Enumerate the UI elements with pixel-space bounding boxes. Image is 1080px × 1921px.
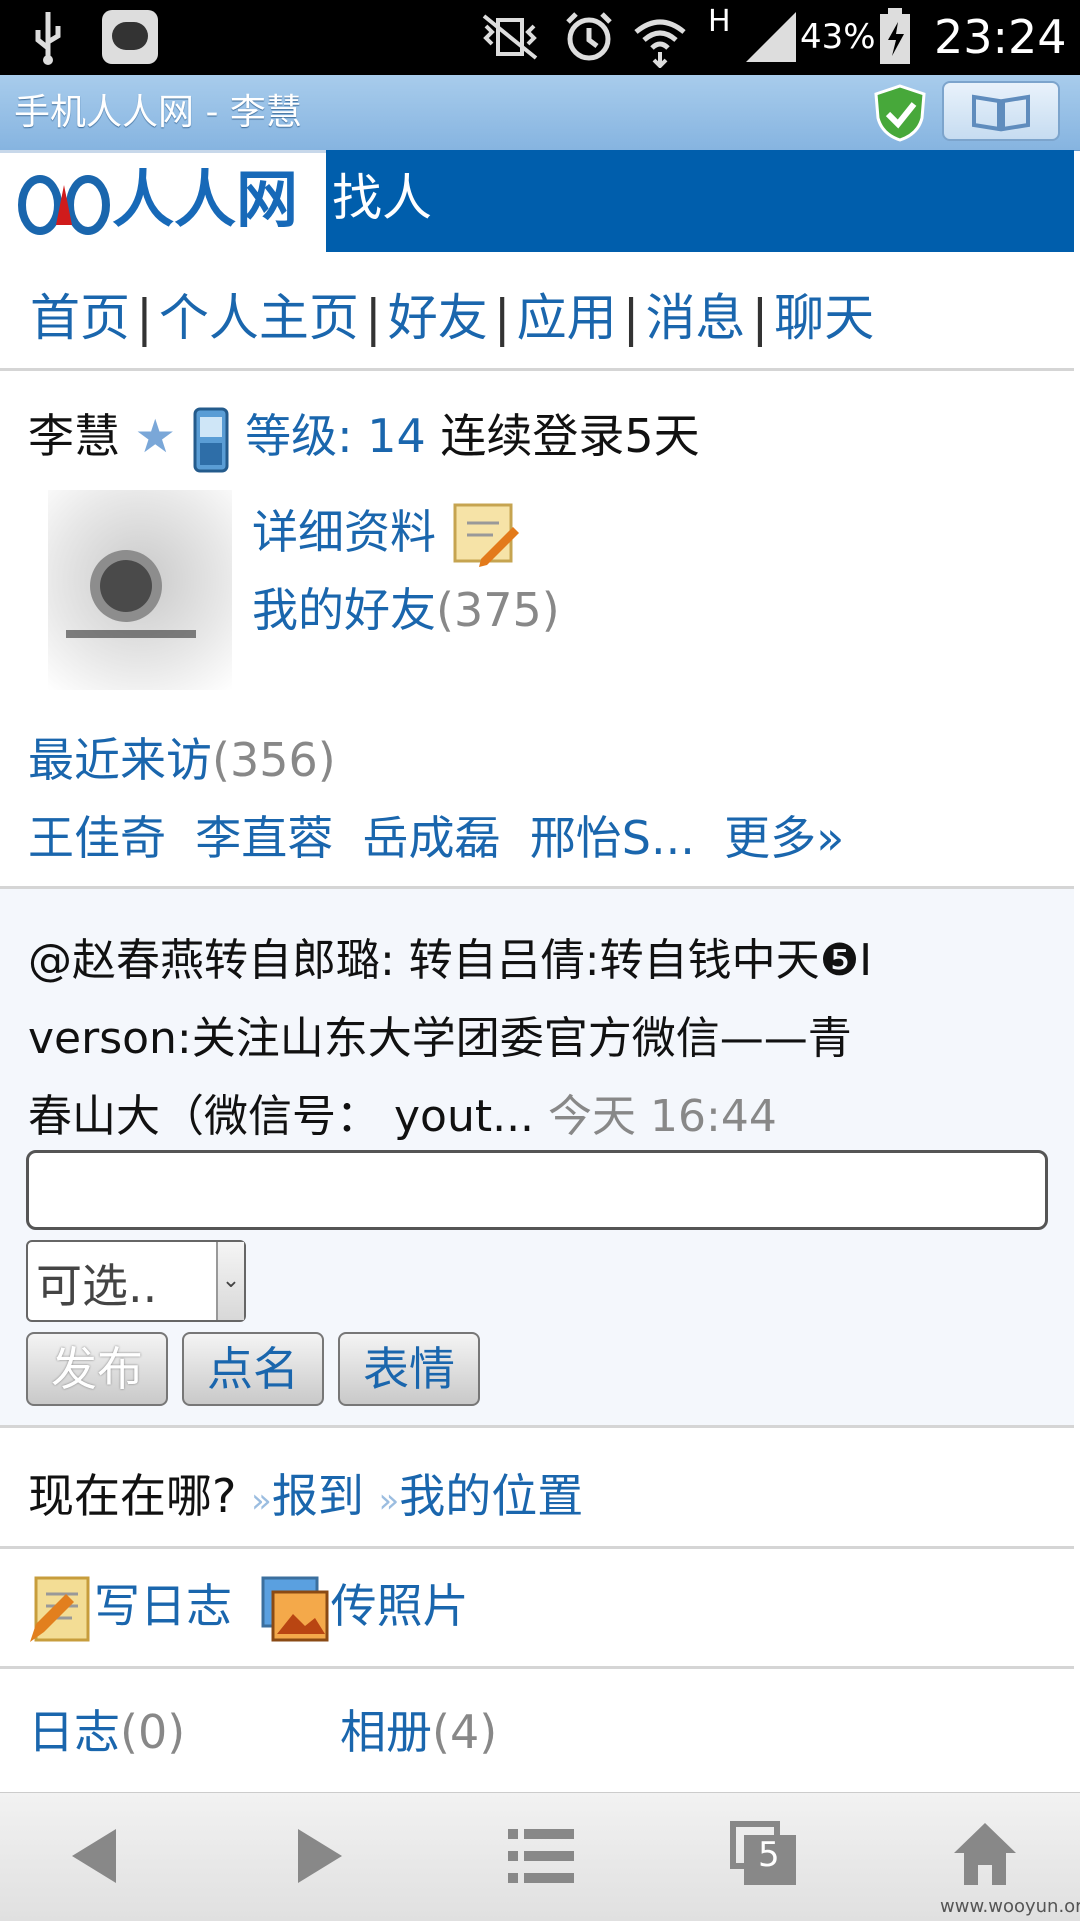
status-bar: H 43% 23:24 bbox=[0, 0, 1080, 75]
back-arrow-icon[interactable] bbox=[66, 1825, 122, 1887]
location-question: 现在在哪? bbox=[28, 1469, 237, 1523]
profile-name: 李慧 bbox=[28, 409, 120, 463]
blog-link[interactable]: 日志 bbox=[28, 1705, 120, 1759]
nav-apps[interactable]: 应用 bbox=[517, 289, 617, 347]
home-icon[interactable] bbox=[952, 1821, 1018, 1887]
nav-profile[interactable]: 个人主页 bbox=[159, 289, 359, 347]
chat-app-icon bbox=[102, 10, 158, 64]
friends-count: (375) bbox=[436, 583, 560, 637]
quick-actions: 写日志 传照片 bbox=[26, 1570, 469, 1646]
edit-note-icon[interactable] bbox=[451, 501, 521, 571]
battery-icon bbox=[880, 8, 910, 64]
status-input[interactable] bbox=[26, 1150, 1048, 1230]
status-text-line: verson:关注山东大学团委官方微信——青 bbox=[28, 1013, 852, 1064]
renren-logo-text: 人人网 bbox=[112, 163, 299, 236]
star-icon: ★ bbox=[134, 409, 176, 463]
page-title-band: 找人 bbox=[326, 150, 1074, 252]
usb-icon bbox=[35, 12, 61, 65]
visitor-link[interactable]: 邢怡S... bbox=[530, 811, 695, 865]
double-arrow-icon: » bbox=[251, 1481, 272, 1521]
page-title: 找人 bbox=[332, 169, 432, 227]
write-blog-link[interactable]: 写日志 bbox=[94, 1579, 232, 1633]
main-nav: 首页 | 个人主页 | 好友 | 应用 | 消息 | 聊天 bbox=[30, 289, 875, 347]
battery-percent: 43% bbox=[800, 17, 876, 57]
divider bbox=[0, 1546, 1074, 1549]
album-count: (4) bbox=[432, 1705, 498, 1759]
tabs-count: 5 bbox=[758, 1835, 780, 1875]
security-shield-icon[interactable] bbox=[872, 84, 928, 142]
vibrate-mute-icon bbox=[482, 14, 538, 60]
more-visitors-link[interactable]: 更多» bbox=[724, 811, 844, 865]
divider bbox=[0, 1666, 1074, 1669]
recent-visitors-row: 最近来访(356) bbox=[28, 724, 336, 790]
latest-status: @赵春燕转自郎璐: 转自吕倩:转自钱中天❺I verson:关注山东大学团委官方… bbox=[28, 922, 1058, 1156]
album-link[interactable]: 相册 bbox=[340, 1705, 432, 1759]
visitor-link[interactable]: 岳成磊 bbox=[363, 811, 501, 865]
nav-messages[interactable]: 消息 bbox=[645, 289, 745, 347]
my-friends-link[interactable]: 我的好友 bbox=[252, 583, 436, 637]
visitor-list: 王佳奇 李直蓉 岳成磊 邢怡S... 更多» bbox=[28, 802, 844, 868]
alarm-icon bbox=[566, 12, 612, 61]
details-link[interactable]: 详细资料 bbox=[252, 505, 436, 559]
level-link[interactable]: 等级: 14 bbox=[245, 409, 426, 463]
publish-button[interactable]: 发布 bbox=[26, 1332, 168, 1406]
network-type: H bbox=[708, 4, 731, 39]
profile-header: 李慧 ★ 等级: 14 连续登录5天 bbox=[28, 400, 700, 473]
status-text-line: 春山大（微信号： yout... bbox=[28, 1091, 535, 1142]
album-stat: 相册(4) bbox=[340, 1696, 497, 1762]
upload-photo-link[interactable]: 传照片 bbox=[331, 1579, 469, 1633]
avatar[interactable] bbox=[48, 490, 232, 690]
status-text-line: @赵春燕转自郎璐: 转自吕倩:转自钱中天❺I bbox=[28, 935, 873, 986]
my-friends-row: 我的好友(375) bbox=[252, 574, 560, 640]
my-location-link[interactable]: 我的位置 bbox=[399, 1469, 583, 1523]
login-streak: 连续登录5天 bbox=[440, 409, 700, 463]
renren-logo-icon bbox=[18, 175, 110, 235]
double-arrow-icon: » bbox=[378, 1481, 400, 1521]
upload-photo-icon[interactable] bbox=[259, 1574, 331, 1646]
visitor-link[interactable]: 李直蓉 bbox=[195, 811, 333, 865]
blog-count: (0) bbox=[120, 1705, 186, 1759]
privacy-select[interactable]: 可选.. ⌄ bbox=[26, 1240, 246, 1322]
forward-arrow-icon[interactable] bbox=[292, 1825, 348, 1887]
visitors-count: (356) bbox=[212, 733, 336, 787]
select-arrow-icon: ⌄ bbox=[216, 1242, 244, 1320]
wifi-icon bbox=[634, 19, 686, 68]
privacy-select-value: 可选.. bbox=[36, 1259, 158, 1313]
divider bbox=[0, 368, 1074, 371]
clock: 23:24 bbox=[934, 10, 1067, 64]
status-time: 今天 16:44 bbox=[548, 1091, 777, 1142]
book-icon bbox=[972, 94, 1030, 132]
visitor-link[interactable]: 王佳奇 bbox=[28, 811, 166, 865]
checkin-link[interactable]: 报到 bbox=[272, 1469, 364, 1523]
divider bbox=[0, 1425, 1074, 1428]
watermark: www.wooyun.org bbox=[940, 1896, 1080, 1917]
nav-chat[interactable]: 聊天 bbox=[774, 289, 874, 347]
nav-friends[interactable]: 好友 bbox=[388, 289, 488, 347]
menu-list-icon[interactable] bbox=[508, 1827, 574, 1885]
browser-toolbar: 5 bbox=[0, 1792, 1080, 1921]
mention-button[interactable]: 点名 bbox=[182, 1332, 324, 1406]
recent-visitors-link[interactable]: 最近来访 bbox=[28, 733, 212, 787]
mobile-phone-icon bbox=[193, 407, 228, 472]
browser-title: 手机人人网 - 李慧 bbox=[14, 92, 302, 133]
profile-details-row: 详细资料 bbox=[252, 496, 521, 571]
location-row: 现在在哪? »报到 »我的位置 bbox=[28, 1460, 583, 1526]
signal-icon bbox=[746, 12, 796, 62]
tabs-button[interactable]: 5 bbox=[730, 1821, 796, 1885]
nav-home[interactable]: 首页 bbox=[30, 289, 130, 347]
blog-stat: 日志(0) bbox=[28, 1696, 185, 1762]
emoji-button[interactable]: 表情 bbox=[338, 1332, 480, 1406]
avatar-seal-icon bbox=[66, 550, 196, 638]
write-blog-icon[interactable] bbox=[26, 1574, 94, 1646]
reader-mode-button[interactable] bbox=[942, 81, 1060, 141]
